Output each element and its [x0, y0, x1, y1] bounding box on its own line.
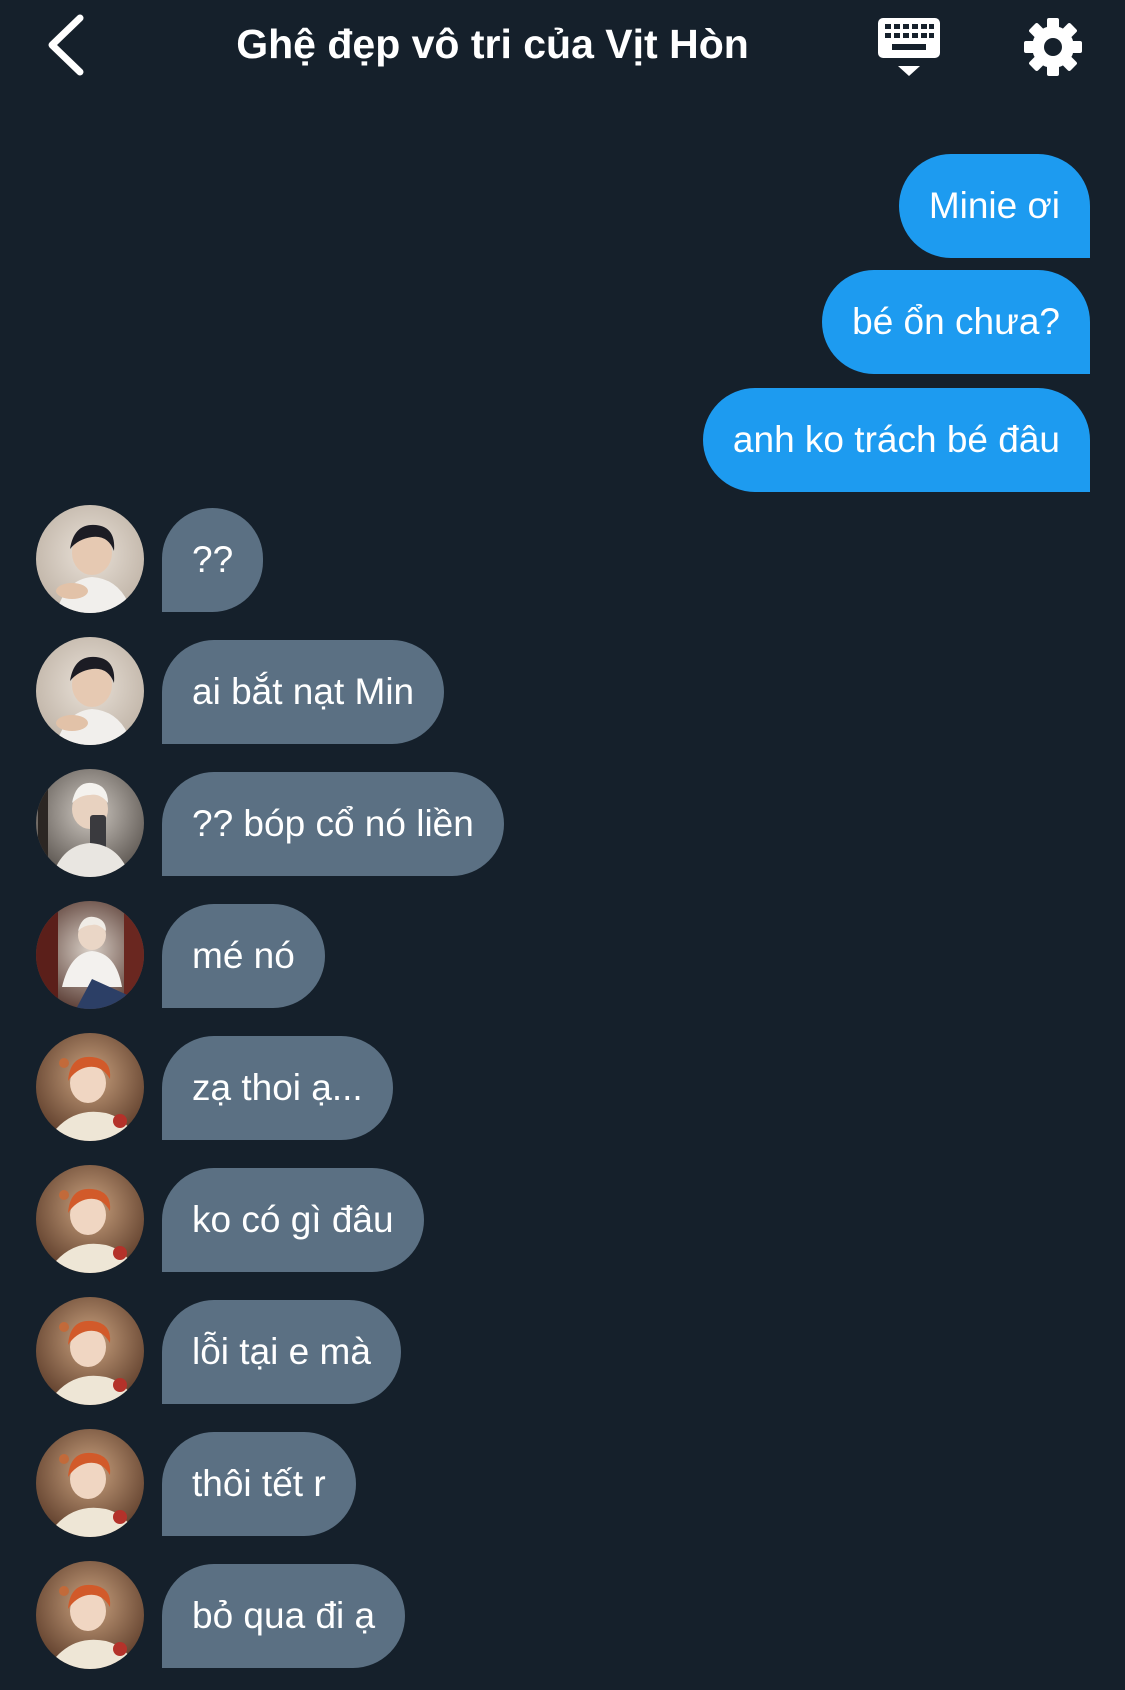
outgoing-message[interactable]: anh ko trách bé đâu: [702, 388, 1090, 492]
avatar-orange-hair-photo: [36, 1561, 144, 1669]
avatar-dark-hair-photo: [36, 505, 144, 613]
avatar[interactable]: [36, 1561, 144, 1669]
incoming-message[interactable]: ??: [162, 508, 264, 612]
avatar-dark-hair-photo: [36, 637, 144, 745]
avatar[interactable]: [36, 1429, 144, 1537]
outgoing-message[interactable]: Minie ơi: [898, 154, 1090, 258]
incoming-message[interactable]: ?? bóp cổ nó liền: [162, 772, 504, 876]
avatar[interactable]: [36, 1033, 144, 1141]
avatar[interactable]: [36, 505, 144, 613]
incoming-message[interactable]: mé nó: [162, 904, 325, 1008]
incoming-message[interactable]: bỏ qua đi ạ: [162, 1564, 406, 1668]
settings-button[interactable]: [1020, 14, 1086, 80]
keyboard-icon: [878, 18, 940, 76]
incoming-message[interactable]: lỗi tại e mà: [162, 1300, 401, 1404]
avatar[interactable]: [36, 1297, 144, 1405]
incoming-message[interactable]: ko có gì đâu: [162, 1168, 424, 1272]
avatar[interactable]: [36, 1165, 144, 1273]
avatar-orange-hair-photo: [36, 1297, 144, 1405]
chevron-left-icon: [48, 14, 84, 76]
avatar-orange-hair-photo: [36, 1429, 144, 1537]
back-button[interactable]: [38, 10, 98, 80]
avatar-mirror-selfie-photo: [36, 769, 144, 877]
gear-icon: [1024, 18, 1082, 76]
incoming-message[interactable]: zạ thoi ạ...: [162, 1036, 393, 1140]
avatar-seated-photo: [36, 901, 144, 1009]
incoming-message[interactable]: ai bắt nạt Min: [162, 640, 445, 744]
outgoing-message[interactable]: bé ổn chưa?: [822, 270, 1090, 374]
avatar-orange-hair-photo: [36, 1033, 144, 1141]
avatar-orange-hair-photo: [36, 1165, 144, 1273]
avatar[interactable]: [36, 637, 144, 745]
avatar[interactable]: [36, 901, 144, 1009]
keyboard-toggle-button[interactable]: [874, 14, 944, 80]
chat-header: Ghệ đẹp vô tri của Vịt Hòn: [0, 0, 1125, 92]
page-title: Ghệ đẹp vô tri của Vịt Hòn: [236, 21, 749, 67]
incoming-message[interactable]: thôi tết r: [162, 1432, 356, 1536]
avatar[interactable]: [36, 769, 144, 877]
